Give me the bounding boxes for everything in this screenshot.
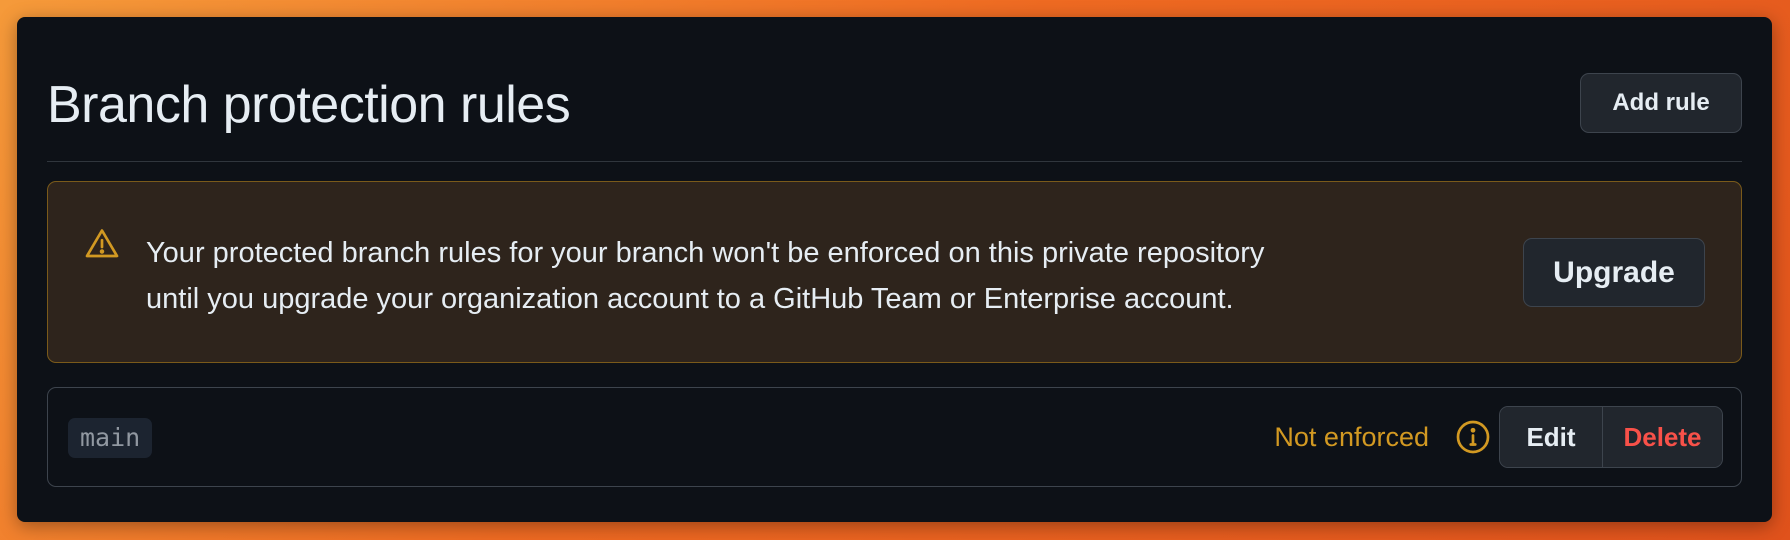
add-rule-button[interactable]: Add rule (1580, 73, 1742, 133)
delete-rule-button[interactable]: Delete (1603, 407, 1722, 467)
upgrade-button[interactable]: Upgrade (1523, 238, 1705, 307)
alert-message-line-1: Your protected branch rules for your bra… (146, 237, 1265, 269)
upgrade-warning-banner: Your protected branch rules for your bra… (47, 181, 1742, 363)
rule-actions: Edit Delete (1499, 406, 1723, 468)
alert-message-line-2: until you upgrade your organization acco… (146, 283, 1234, 315)
enforcement-status: Not enforced (1274, 422, 1429, 452)
settings-panel: Branch protection rules Add rule Your pr… (17, 17, 1772, 522)
alert-triangle-icon (85, 229, 119, 258)
page-title: Branch protection rules (47, 76, 571, 134)
info-icon[interactable] (1455, 419, 1491, 455)
alert-message: Your protected branch rules for your bra… (146, 230, 1426, 322)
branch-name: main (68, 418, 153, 458)
edit-rule-button[interactable]: Edit (1500, 407, 1603, 467)
branch-rule-row: main Not enforced Edit Delete (47, 387, 1742, 487)
page-header: Branch protection rules Add rule (47, 57, 1742, 162)
